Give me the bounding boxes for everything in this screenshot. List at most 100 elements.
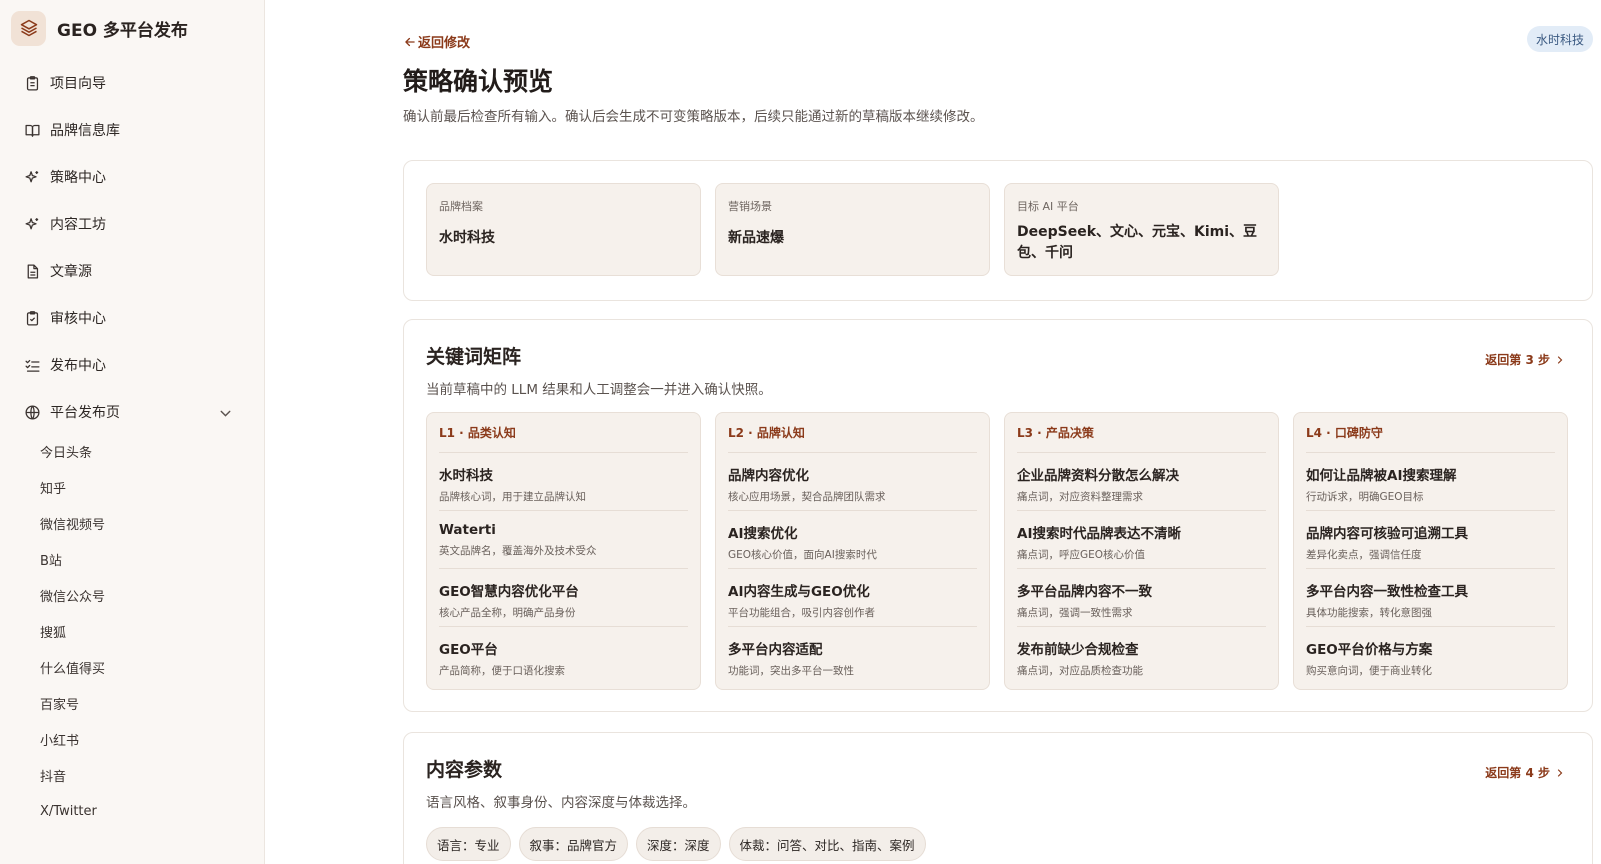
- keyword-column-heading: L3 · 产品决策: [1017, 413, 1266, 453]
- app-brand[interactable]: GEO 多平台发布: [11, 10, 188, 46]
- sidebar-item-content-studio[interactable]: 内容工坊: [12, 207, 252, 241]
- keyword-column-l3: L3 · 产品决策 企业品牌资料分散怎么解决痛点词，对应资料整理需求 AI搜索时…: [1004, 412, 1279, 690]
- content-param-chips: 语言：专业 叙事：品牌官方 深度：深度 体裁：问答、对比、指南、案例: [426, 827, 934, 861]
- platform-item-smzdm[interactable]: 什么值得买: [40, 655, 105, 679]
- chevron-right-icon: [1557, 768, 1563, 777]
- keyword-name: 企业品牌资料分散怎么解决: [1017, 468, 1179, 484]
- info-label: 目标 AI 平台: [1017, 200, 1079, 213]
- sidebar-item-project-wizard[interactable]: 项目向导: [12, 66, 252, 100]
- sidebar-item-label: 发布中心: [50, 358, 106, 374]
- keyword-name: GEO智慧内容优化平台: [439, 584, 579, 600]
- page-description: 确认前最后检查所有输入。确认后会生成不可变策略版本，后续只能通过新的草稿版本继续…: [403, 109, 984, 125]
- layers-logo-icon: [11, 10, 46, 46]
- main-content: 返回修改 水时科技 策略确认预览 确认前最后检查所有输入。确认后会生成不可变策略…: [265, 0, 1601, 864]
- platform-item-wechat-channels[interactable]: 微信视频号: [40, 511, 105, 535]
- list-check-icon: [25, 359, 40, 372]
- keyword-note: 差异化卖点，强调信任度: [1306, 549, 1422, 561]
- section-description: 语言风格、叙事身份、内容深度与体裁选择。: [426, 795, 696, 811]
- link-label: 返回第 4 步: [1485, 766, 1550, 780]
- app-title: GEO 多平台发布: [57, 20, 188, 41]
- sidebar-item-label: 审核中心: [50, 311, 106, 327]
- sidebar-item-label: 策略中心: [50, 170, 106, 186]
- keyword-note: 痛点词，对应资料整理需求: [1017, 491, 1143, 503]
- sparkles-icon: [25, 217, 39, 229]
- keyword-item: 品牌内容可核验可追溯工具 差异化卖点，强调信任度: [1306, 511, 1555, 569]
- platform-item-bilibili[interactable]: B站: [40, 547, 62, 571]
- keyword-note: 痛点词，强调一致性需求: [1017, 607, 1133, 619]
- param-chip-narrative: 叙事：品牌官方: [518, 827, 629, 861]
- keyword-name: 发布前缺少合规检查: [1017, 642, 1139, 658]
- keyword-item: AI内容生成与GEO优化 平台功能组合，吸引内容创作者: [728, 569, 977, 627]
- chevron-down-icon[interactable]: [217, 405, 234, 422]
- keyword-column-heading: L2 · 品牌认知: [728, 413, 977, 453]
- keyword-name: 多平台品牌内容不一致: [1017, 584, 1152, 600]
- keyword-item: GEO平台价格与方案购买意向词，便于商业转化: [1306, 627, 1555, 685]
- back-to-step-4-link[interactable]: 返回第 4 步: [1485, 764, 1566, 781]
- param-chip-depth: 深度：深度: [636, 827, 721, 861]
- sidebar-item-review-center[interactable]: 审核中心: [12, 301, 252, 335]
- back-to-step-3-link[interactable]: 返回第 3 步: [1485, 351, 1566, 368]
- sidebar-item-article-source[interactable]: 文章源: [12, 254, 252, 288]
- sidebar-item-strategy-center[interactable]: 策略中心: [12, 160, 252, 194]
- sidebar-item-label: 平台发布页: [50, 405, 120, 421]
- keyword-item: AI搜索优化 GEO核心价值，面向AI搜索时代: [728, 511, 977, 569]
- book-open-icon: [25, 124, 40, 137]
- globe-icon: [25, 404, 40, 420]
- platform-item-baijiahao[interactable]: 百家号: [40, 691, 79, 715]
- info-label: 品牌档案: [439, 200, 483, 213]
- keyword-column-l2: L2 · 品牌认知 品牌内容优化核心应用场景，契合品牌团队需求 AI搜索优化 GE…: [715, 412, 990, 690]
- keyword-name: GEO平台价格与方案: [1306, 642, 1433, 658]
- keyword-item: GEO平台 产品简称，便于口语化搜索: [439, 627, 688, 685]
- keyword-name: AI搜索时代品牌表达不清晰: [1017, 526, 1181, 542]
- keyword-item: 企业品牌资料分散怎么解决痛点词，对应资料整理需求: [1017, 453, 1266, 511]
- platform-item-zhihu[interactable]: 知乎: [40, 475, 66, 499]
- keyword-item: 如何让品牌被AI搜索理解 行动诉求，明确GEO目标: [1306, 453, 1555, 511]
- keyword-item: 多平台内容适配功能词，突出多平台一致性: [728, 627, 977, 685]
- keyword-name: 水时科技: [439, 468, 493, 484]
- target-ai-platform-box: 目标 AI 平台 DeepSeek、文心、元宝、Kimi、豆包、千问: [1004, 183, 1279, 276]
- platform-item-x-twitter[interactable]: X/Twitter: [40, 799, 97, 823]
- keyword-note: 产品简称，便于口语化搜索: [439, 665, 565, 677]
- keyword-note: 英文品牌名，覆盖海外及技术受众: [439, 545, 597, 557]
- keyword-note: 购买意向词，便于商业转化: [1306, 665, 1432, 677]
- info-value: DeepSeek、文心、元宝、Kimi、豆包、千问: [1017, 224, 1258, 261]
- content-params-card: 内容参数 语言风格、叙事身份、内容深度与体裁选择。 返回第 4 步 语言：专业 …: [403, 732, 1593, 864]
- sidebar-item-brand-library[interactable]: 品牌信息库: [12, 113, 252, 147]
- platform-item-sohu[interactable]: 搜狐: [40, 619, 66, 643]
- keyword-column-l4: L4 · 口碑防守 如何让品牌被AI搜索理解 行动诉求，明确GEO目标 品牌内容可…: [1293, 412, 1568, 690]
- param-chip-language: 语言：专业: [426, 827, 511, 861]
- back-link-label: 返回修改: [418, 36, 471, 51]
- section-title: 关键词矩阵: [426, 346, 522, 368]
- info-label: 营销场景: [728, 200, 772, 213]
- platform-item-toutiao[interactable]: 今日头条: [40, 439, 92, 463]
- keyword-note: 行动诉求，明确GEO目标: [1306, 491, 1424, 503]
- platform-item-xiaohongshu[interactable]: 小红书: [40, 727, 79, 751]
- arrow-left-icon: [405, 37, 415, 46]
- chevron-right-icon: [1557, 355, 1563, 364]
- user-badge[interactable]: 水时科技: [1526, 26, 1593, 52]
- keyword-column-heading: L1 · 品类认知: [439, 413, 688, 453]
- sidebar-item-platform-pages[interactable]: 平台发布页: [12, 395, 252, 429]
- sparkles-icon: [25, 170, 39, 182]
- keyword-note: 功能词，突出多平台一致性: [728, 665, 854, 677]
- back-to-edit-link[interactable]: 返回修改: [403, 32, 470, 51]
- info-value: 新品速爆: [728, 230, 784, 246]
- keyword-item: GEO智慧内容优化平台 核心产品全称，明确产品身份: [439, 569, 688, 627]
- sidebar-item-label: 项目向导: [50, 76, 106, 92]
- clipboard-check-icon: [26, 310, 39, 326]
- keyword-name: 多平台内容适配: [728, 642, 823, 658]
- keyword-note: 核心应用场景，契合品牌团队需求: [728, 491, 886, 503]
- link-label: 返回第 3 步: [1485, 353, 1550, 367]
- sidebar-item-label: 内容工坊: [50, 217, 106, 233]
- keyword-name: Waterti: [439, 522, 496, 538]
- clipboard-icon: [26, 75, 39, 91]
- brand-profile-box: 品牌档案 水时科技: [426, 183, 701, 276]
- sidebar: GEO 多平台发布 项目向导 品牌信息库 策略中心 内容工坊 文章源 审核中心: [0, 0, 265, 864]
- sidebar-item-publish-center[interactable]: 发布中心: [12, 348, 252, 382]
- platform-item-wechat-official[interactable]: 微信公众号: [40, 583, 105, 607]
- keyword-name: 品牌内容优化: [728, 468, 809, 484]
- keyword-item: Waterti 英文品牌名，覆盖海外及技术受众: [439, 511, 688, 569]
- platform-item-douyin[interactable]: 抖音: [40, 763, 66, 787]
- section-description: 当前草稿中的 LLM 结果和人工调整会一并进入确认快照。: [426, 382, 772, 398]
- sidebar-item-label: 品牌信息库: [50, 123, 120, 139]
